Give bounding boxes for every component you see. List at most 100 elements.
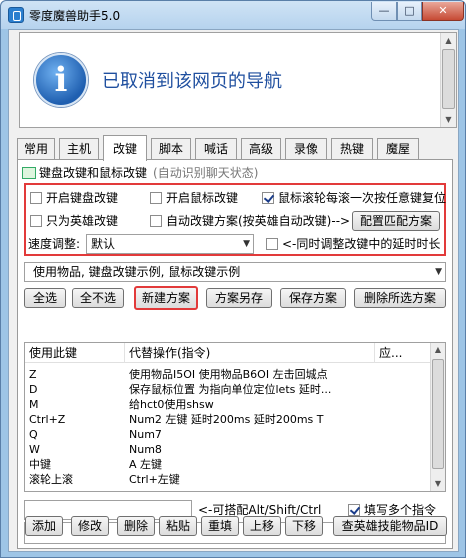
auto-scheme-checkbox[interactable]: 自动改键方案(按英雄自动改键)--> (150, 214, 350, 228)
checkbox-box (262, 192, 274, 204)
row-key: Ctrl+Z (29, 413, 66, 426)
row-action: 给hct0使用shsw (129, 398, 214, 411)
checkbox-label: 填写多个指令 (364, 503, 437, 517)
section-header: 键盘改键和鼠标改键 (自动识别聊天状态) (22, 164, 258, 181)
scheme-select[interactable]: 使用物品, 键盘改键示例, 鼠标改键示例 ▼ (24, 262, 446, 282)
maximize-button[interactable]: □ (397, 2, 422, 21)
column-header-action[interactable]: 代替操作(指令) (125, 343, 375, 363)
config-match-scheme-button[interactable]: 配置匹配方案 (352, 211, 440, 231)
web-banner: i 已取消到该网页的导航 ▲ ▼ (19, 32, 457, 128)
speed-value: 默认 (91, 237, 116, 251)
scroll-thumb[interactable] (432, 359, 444, 469)
chevron-down-icon: ▼ (435, 267, 442, 277)
modifier-hint: <-可搭配Alt/Shift/Ctrl (198, 503, 322, 517)
row-key: Q (29, 428, 38, 441)
list-item[interactable]: M 给hct0使用shsw (25, 397, 431, 412)
add-button[interactable]: 添加 (25, 516, 63, 536)
keymap-options-highlight: 开启键盘改键 开启鼠标改键 鼠标滚轮每滚一次按任意键复位 只为英雄改键 自动改键… (24, 183, 446, 256)
lookup-ids-button[interactable]: 查英雄技能物品ID (333, 516, 447, 536)
row-key: 滚轮上滚 (29, 473, 73, 486)
checkbox-label: 开启鼠标改键 (166, 191, 239, 205)
navigation-cancelled-message: 已取消到该网页的导航 (102, 71, 282, 92)
column-header-apply[interactable]: 应... (375, 343, 431, 363)
delete-selected-schemes-button[interactable]: 删除所选方案 (354, 288, 446, 308)
multi-command-checkbox[interactable]: 填写多个指令 (348, 503, 436, 517)
close-button[interactable]: ✕ (422, 2, 464, 21)
enable-mouse-checkbox[interactable]: 开启鼠标改键 (150, 191, 238, 205)
save-scheme-as-button[interactable]: 方案另存 (206, 288, 272, 308)
paste-button[interactable]: 粘贴 (159, 516, 197, 536)
section-hint: (自动识别聊天状态) (153, 166, 259, 180)
scroll-thumb[interactable] (442, 49, 455, 109)
scroll-down-icon[interactable]: ▼ (431, 477, 445, 491)
row-key: 中键 (29, 458, 51, 471)
list-item[interactable]: D 保存鼠标位置 为指向单位定位lets 延时... (25, 382, 431, 397)
save-scheme-button[interactable]: 保存方案 (280, 288, 346, 308)
checkbox-box (266, 238, 278, 250)
tab-host[interactable]: 主机 (59, 138, 99, 160)
app-icon (8, 7, 24, 23)
checkbox-label: 自动改键方案(按英雄自动改键)--> (166, 214, 351, 228)
list-item[interactable]: 中键 A 左键 (25, 457, 431, 472)
row-action: Ctrl+左键 (129, 473, 180, 486)
tab-hotkey[interactable]: 热键 (331, 138, 373, 160)
move-up-button[interactable]: 上移 (243, 516, 281, 536)
row-action: Num2 左键 延时200ms 延时200ms T (129, 413, 324, 426)
edit-button[interactable]: 修改 (71, 516, 109, 536)
tab-advanced[interactable]: 高级 (241, 138, 281, 160)
keymap-panel: 键盘改键和鼠标改键 (自动识别聊天状态) 开启键盘改键 开启鼠标改键 鼠标滚轮每滚… (17, 159, 453, 549)
minimize-button[interactable]: — (371, 2, 397, 21)
speed-label: 速度调整: (28, 237, 81, 251)
checkbox-box (150, 192, 162, 204)
row-action: Num8 (129, 443, 162, 456)
keymap-list[interactable]: 使用此键 代替操作(指令) 应... Z 使用物品I5OI 使用物品B6OI 左击… (24, 342, 446, 492)
keyboard-icon (22, 167, 36, 179)
wheel-reset-checkbox[interactable]: 鼠标滚轮每滚一次按任意键复位 (262, 191, 446, 205)
section-title: 键盘改键和鼠标改键 (39, 166, 148, 180)
list-header: 使用此键 代替操作(指令) 应... (25, 343, 431, 363)
speed-select[interactable]: 默认 ▼ (86, 234, 254, 254)
tab-script[interactable]: 脚本 (151, 138, 191, 160)
list-scrollbar[interactable]: ▲ ▼ (430, 343, 445, 491)
move-down-button[interactable]: 下移 (285, 516, 323, 536)
list-item[interactable]: Q Num7 (25, 427, 431, 442)
checkbox-label: 只为英雄改键 (46, 214, 119, 228)
list-item[interactable]: Z 使用物品I5OI 使用物品B6OI 左击回城点 (25, 367, 431, 382)
new-scheme-button[interactable]: 新建方案 (134, 286, 198, 310)
scroll-down-icon[interactable]: ▼ (441, 112, 456, 127)
checkbox-box (30, 215, 42, 227)
window-title: 零度魔兽助手5.0 (29, 9, 121, 23)
chevron-down-icon: ▼ (243, 239, 250, 249)
scroll-up-icon[interactable]: ▲ (431, 343, 445, 357)
checkbox-box (30, 192, 42, 204)
tab-keymap[interactable]: 改键 (103, 135, 147, 161)
tab-replay[interactable]: 录像 (285, 138, 327, 160)
column-header-key[interactable]: 使用此键 (25, 343, 125, 363)
checkbox-label: <-同时调整改键中的延时时长 (282, 237, 441, 251)
row-action: 保存鼠标位置 为指向单位定位lets 延时... (129, 383, 332, 396)
list-item[interactable]: 滚轮上滚 Ctrl+左键 (25, 472, 431, 487)
client-area: i 已取消到该网页的导航 ▲ ▼ 常用 主机 改键 脚本 喊话 高级 录像 热键… (8, 29, 459, 552)
select-none-button[interactable]: 全不选 (72, 288, 124, 308)
enable-keyboard-checkbox[interactable]: 开启键盘改键 (30, 191, 118, 205)
sync-delay-checkbox[interactable]: <-同时调整改键中的延时时长 (266, 237, 440, 251)
list-item[interactable]: W Num8 (25, 442, 431, 457)
delete-button[interactable]: 删除 (117, 516, 155, 536)
reset-button[interactable]: 重填 (201, 516, 239, 536)
banner-scrollbar[interactable]: ▲ ▼ (440, 33, 456, 127)
tab-chat[interactable]: 喊话 (195, 138, 237, 160)
checkbox-box (150, 215, 162, 227)
row-key: W (29, 443, 40, 456)
row-action: A 左键 (129, 458, 163, 471)
scroll-up-icon[interactable]: ▲ (441, 33, 456, 48)
scheme-value: 使用物品, 键盘改键示例, 鼠标改键示例 (33, 265, 241, 279)
title-bar[interactable]: 零度魔兽助手5.0 — □ ✕ (1, 1, 465, 29)
tab-common[interactable]: 常用 (17, 138, 55, 160)
tab-warhouse[interactable]: 魔屋 (377, 138, 419, 160)
hero-only-checkbox[interactable]: 只为英雄改键 (30, 214, 118, 228)
checkbox-label: 鼠标滚轮每滚一次按任意键复位 (278, 191, 447, 205)
checkbox-box (348, 504, 360, 516)
select-all-button[interactable]: 全选 (24, 288, 66, 308)
row-key: Z (29, 368, 37, 381)
list-item[interactable]: Ctrl+Z Num2 左键 延时200ms 延时200ms T (25, 412, 431, 427)
